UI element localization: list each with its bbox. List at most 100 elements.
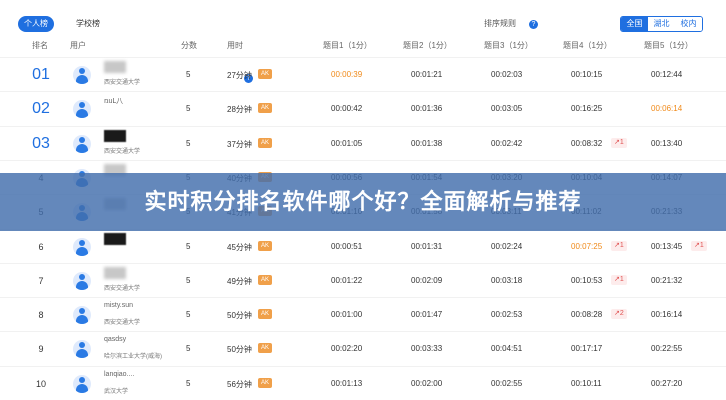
score-value: 5 — [186, 344, 191, 354]
col-q4-header: 题目4（1分） — [563, 41, 612, 50]
ak-badge: AK — [258, 377, 273, 388]
problem-4-attempts-badge: ↗1 — [611, 240, 627, 251]
table-row[interactable]: 9 qasdsy 哈尔滨工业大学(威海) 5 50分钟 AK 00:02:20 00:03:3… — [0, 331, 726, 365]
problem-5-time: 00:27:20 — [651, 378, 683, 388]
problem-2-time: 00:02:00 — [411, 378, 443, 388]
problem-3-time: 00:02:55 — [491, 378, 523, 388]
scope-national-button[interactable]: 全国 — [621, 17, 648, 31]
time-used: 49分钟 — [227, 276, 252, 286]
problem-4-time: 00:10:11 — [571, 378, 602, 388]
problem-3-time: 00:03:18 — [491, 275, 523, 285]
col-score-header: 分数 — [181, 41, 197, 50]
table-row[interactable]: 02 ռuԼ八 5 28分钟 AK 00:00:42 00:01:36 00:03:05 00:… — [0, 91, 726, 125]
problem-4-time: 00:08:32 — [571, 138, 603, 148]
table-row[interactable]: 6 5 45分钟 AK 00:00:51 00:01:31 00:02:24 00:07:25… — [0, 228, 726, 263]
problem-1-time: 00:00:42 — [331, 104, 363, 114]
problem-5-time: 00:16:14 — [651, 310, 683, 320]
school-name: 武汉大学 — [104, 388, 129, 395]
problem-2-time: 00:01:31 — [411, 241, 443, 251]
avatar[interactable] — [73, 100, 91, 119]
problem-3-time: 00:04:51 — [491, 344, 523, 354]
table-row[interactable]: 03 西安交通大学 5 37分钟 AK 00:01:05 00:01:38 00:02:42 0… — [0, 125, 726, 160]
ak-badge: AK — [258, 137, 273, 148]
table-row[interactable]: 01 西安交通大学 5 27分钟 AK 00:00:39 00:01:21 00:02:03 0… — [0, 57, 726, 91]
username[interactable]: misty.sun — [104, 302, 133, 309]
ak-badge: AK — [258, 240, 273, 251]
problem-2-time: 00:03:33 — [411, 344, 443, 354]
problem-4-time: 00:07:25 — [571, 241, 603, 251]
problem-5-attempts-badge: ↗1 — [691, 240, 707, 251]
problem-5-time: 00:13:40 — [651, 138, 683, 148]
tab-personal-ranking[interactable]: 个人榜 — [18, 16, 54, 32]
avatar[interactable] — [73, 271, 91, 290]
problem-5-time: 00:06:14 — [651, 104, 683, 114]
school-name: 西安交通大学 — [104, 285, 141, 292]
username[interactable]: lanqiao.... — [104, 371, 134, 378]
scope-province-button[interactable]: 湖北 — [648, 17, 675, 31]
problem-1-time: 00:02:20 — [331, 344, 363, 354]
time-used: 45分钟 — [227, 242, 252, 252]
col-q5-header: 题目5（1分） — [644, 41, 693, 50]
score-value: 5 — [186, 310, 191, 320]
problem-1-time: 00:00:51 — [331, 241, 363, 251]
time-used: 50分钟 — [227, 345, 252, 355]
school-name: 哈尔滨工业大学(威海) — [104, 354, 162, 361]
problem-5-time: 00:12:44 — [651, 70, 683, 79]
rank-number: 6 — [38, 241, 44, 252]
score-value: 5 — [186, 241, 191, 251]
sort-rules-label[interactable]: 排序规则 — [484, 18, 516, 29]
score-value: 5 — [186, 104, 191, 114]
time-used: 37分钟 — [227, 139, 252, 149]
col-user-header: 用户 — [70, 41, 86, 50]
problem-1-time: 00:01:13 — [331, 378, 363, 388]
tab-school-ranking[interactable]: 学校榜 — [66, 16, 110, 32]
username[interactable]: qasdsy — [104, 336, 126, 343]
problem-2-time: 00:01:21 — [411, 70, 443, 79]
ak-badge: AK — [258, 103, 273, 114]
school-name: 西安交通大学 — [104, 80, 141, 86]
username-redacted — [104, 129, 126, 142]
problem-1-time: 00:01:00 — [331, 310, 363, 320]
score-value: 5 — [186, 275, 191, 285]
avatar[interactable] — [73, 66, 91, 84]
col-rank-header: 排名 — [32, 41, 48, 50]
problem-1-time: 00:00:39 — [331, 70, 363, 79]
username-redacted — [104, 266, 126, 279]
problem-1-time: 00:01:05 — [331, 138, 363, 148]
problem-4-time: 00:16:25 — [571, 104, 603, 114]
problem-4-time: 00:10:15 — [571, 70, 603, 79]
problem-1-time: 00:01:22 — [331, 275, 363, 285]
ak-badge: AK — [258, 69, 273, 79]
avatar[interactable] — [73, 340, 91, 359]
rank-number: 7 — [38, 275, 44, 286]
avatar[interactable] — [73, 306, 91, 325]
col-q2-header: 题目2（1分） — [403, 41, 452, 50]
rank-number: 02 — [32, 100, 50, 118]
avatar[interactable] — [73, 374, 91, 393]
problem-5-time: 00:22:55 — [651, 344, 683, 354]
scope-segmented-control: 全国 湖北 校内 — [620, 16, 703, 32]
top-toolbar: 个人榜 学校榜 排序规则 ? 全国 湖北 校内 — [0, 0, 726, 34]
problem-2-time: 00:01:38 — [411, 138, 443, 148]
avatar[interactable] — [73, 237, 91, 256]
table-row[interactable]: 7 西安交通大学 5 49分钟 AK 00:01:22 00:02:09 00:03:18 00… — [0, 262, 726, 297]
problem-3-time: 00:02:42 — [491, 138, 523, 148]
time-used: 27分钟 — [227, 71, 252, 80]
sort-help-icon[interactable]: ? — [529, 20, 538, 29]
rank-number: 03 — [32, 134, 50, 152]
problem-4-attempts-badge: ↗1 — [611, 274, 627, 285]
avatar[interactable] — [73, 134, 91, 153]
score-value: 5 — [186, 70, 191, 79]
problem-3-time: 00:02:03 — [491, 70, 523, 79]
problem-2-time: 00:01:36 — [411, 104, 443, 114]
col-q3-header: 题目3（1分） — [484, 41, 533, 50]
rank-number: 8 — [38, 310, 44, 321]
table-row[interactable]: 10 lanqiao.... 武汉大学 5 56分钟 AK 00:01:13 00:02:00… — [0, 365, 726, 400]
table-row[interactable]: 8 misty.sun 西安交通大学 5 50分钟 AK 00:01:00 00:01:47 0… — [0, 297, 726, 331]
scope-campus-button[interactable]: 校内 — [675, 17, 702, 31]
time-used: 56分钟 — [227, 379, 252, 389]
score-value: 5 — [186, 138, 191, 148]
username[interactable]: ռuԼ八 — [104, 96, 123, 106]
problem-2-time: 00:02:09 — [411, 275, 443, 285]
ak-badge: AK — [258, 309, 273, 320]
